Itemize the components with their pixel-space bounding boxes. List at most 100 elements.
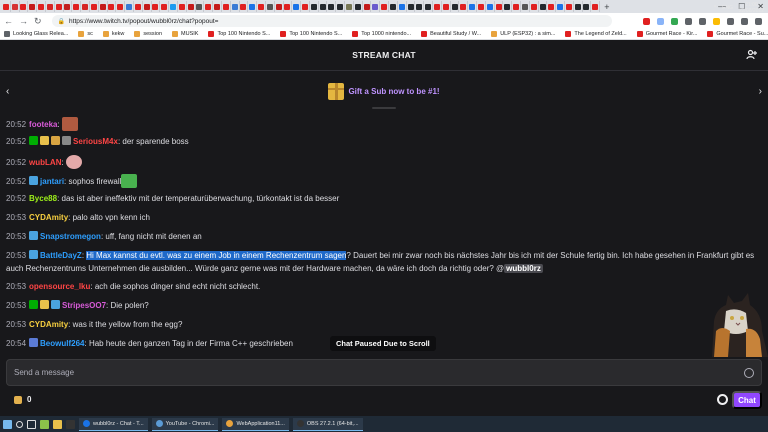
browser-tab[interactable] (310, 1, 319, 12)
gift-sub-banner[interactable]: ‹ Gift a Sub now to be #1! › (0, 71, 768, 111)
browser-tab[interactable] (451, 1, 460, 12)
message-username[interactable]: jantari (40, 177, 64, 186)
bookmark-item[interactable]: Top 1000 nintendo... (352, 31, 411, 37)
message-username[interactable]: Byce88 (29, 194, 57, 203)
chat-badge-icon[interactable] (40, 300, 50, 309)
chat-badge-icon[interactable] (29, 176, 39, 185)
browser-tab[interactable] (539, 1, 548, 12)
browser-tab[interactable] (72, 1, 82, 12)
browser-tab[interactable] (380, 1, 390, 12)
extension-icon[interactable] (713, 17, 720, 25)
browser-tab[interactable] (556, 1, 565, 12)
browser-tab[interactable] (521, 1, 530, 12)
browser-tab[interactable] (442, 1, 451, 12)
reload-icon[interactable]: ↻ (34, 16, 42, 27)
clock[interactable]: 21:00 22/08/2022 (739, 2, 764, 14)
browser-tab[interactable] (565, 1, 574, 12)
browser-tab[interactable] (55, 1, 64, 12)
browser-tab[interactable] (116, 1, 126, 12)
extension-icon[interactable] (741, 17, 748, 25)
chat-badge-icon[interactable] (29, 338, 39, 347)
chat-badge-icon[interactable] (29, 250, 39, 259)
browser-tab[interactable] (363, 1, 372, 12)
windows-start-icon[interactable] (3, 419, 12, 429)
tray-up-icon[interactable]: ^ (714, 5, 716, 11)
chat-input-box[interactable] (6, 359, 762, 386)
extension-icon[interactable] (643, 17, 650, 25)
browser-tab[interactable] (187, 1, 196, 12)
chat-input[interactable] (14, 368, 744, 377)
browser-tab[interactable] (46, 1, 55, 12)
browser-tab[interactable] (301, 1, 310, 12)
browser-tab[interactable] (125, 1, 134, 12)
chat-message[interactable]: 20:53 CYDAmity: palo alto vpn kenn ich (6, 212, 762, 225)
browser-tab[interactable] (591, 1, 601, 12)
browser-tab[interactable] (336, 1, 346, 12)
chat-badge-icon[interactable] (51, 300, 61, 309)
bookmark-item[interactable]: kekw (102, 31, 124, 37)
browser-tab[interactable] (547, 1, 557, 12)
message-username[interactable]: BattleDayZ (40, 251, 82, 260)
message-username[interactable]: Snapstromegon (40, 232, 101, 241)
browser-tab[interactable] (477, 1, 486, 12)
bookmark-item[interactable]: Top 100 Nintendo S... (208, 31, 270, 37)
chat-paused-notice[interactable]: Chat Paused Due to Scroll (330, 336, 436, 351)
browser-tab[interactable] (222, 1, 231, 12)
extension-icon[interactable] (657, 17, 664, 25)
browser-tab[interactable] (99, 1, 108, 12)
browser-tab[interactable] (407, 1, 416, 12)
browser-tab[interactable] (512, 1, 522, 12)
chat-message[interactable]: 20:53 BattleDayZ: Hi Max kannst du evtl. … (6, 250, 762, 275)
browser-tab[interactable] (134, 1, 143, 12)
chat-message[interactable]: 20:53 Snapstromegon: uff, fang nicht mit … (6, 231, 762, 244)
message-username[interactable]: footeka (29, 120, 57, 129)
users-icon[interactable] (746, 49, 758, 61)
browser-tab[interactable] (231, 1, 240, 12)
bookmark-item[interactable]: Top 100 Nintendo S... (280, 31, 342, 37)
chat-message[interactable]: 20:52 footeka: (6, 117, 762, 132)
message-username[interactable]: wubLAN (29, 158, 61, 167)
gift-sub-text[interactable]: Gift a Sub now to be #1! (348, 87, 439, 96)
browser-tab[interactable] (574, 1, 583, 12)
browser-tab[interactable] (415, 1, 425, 12)
bookmark-item[interactable]: sc (78, 31, 93, 37)
browser-tab[interactable] (327, 1, 337, 12)
bookmark-item[interactable]: Looking Glass Relea... (4, 31, 68, 37)
browser-tab[interactable] (169, 1, 178, 12)
bookmark-item[interactable]: Gourmet Race - Su... (707, 31, 768, 37)
browser-tab[interactable] (530, 1, 539, 12)
forward-icon[interactable]: → (19, 16, 28, 26)
chat-badge-icon[interactable] (29, 231, 39, 240)
browser-tab[interactable] (275, 1, 284, 12)
chat-message-list[interactable]: 20:52 footeka: 20:52 SeriousM4x: der spare… (0, 111, 768, 359)
browser-tab[interactable] (28, 1, 38, 12)
tray-lang[interactable]: ENG (722, 5, 733, 11)
terminal-icon[interactable] (66, 419, 75, 429)
browser-tab[interactable] (143, 1, 152, 12)
browser-tab[interactable] (495, 1, 504, 12)
bookmark-item[interactable]: The Legend of Zeld... (565, 31, 627, 37)
chevron-right-icon[interactable]: › (759, 86, 762, 97)
extension-icon[interactable] (685, 17, 692, 25)
task-view-icon[interactable] (27, 419, 36, 429)
new-tab-button[interactable]: + (604, 2, 609, 12)
message-username[interactable]: CYDAmity (29, 320, 68, 329)
browser-tab[interactable] (424, 1, 434, 12)
mention-tag[interactable]: wubbl0rz (504, 263, 543, 273)
browser-tab[interactable] (240, 1, 249, 12)
browser-tab[interactable] (152, 1, 161, 12)
browser-tab[interactable] (213, 1, 222, 12)
extension-icon[interactable] (727, 17, 734, 25)
chat-message[interactable]: 20:52 wubLAN: (6, 155, 762, 170)
browser-tab[interactable] (11, 1, 20, 12)
message-username[interactable]: opensource_lku (29, 282, 90, 291)
taskbar-app[interactable]: YouTube - Chromi... (151, 417, 219, 431)
chat-message[interactable]: 20:52 SeriousM4x: der sparende boss (6, 136, 762, 149)
bookmark-item[interactable]: ULP (ESP32) : a sim... (491, 31, 555, 37)
chat-emote-icon[interactable] (61, 117, 78, 131)
bookmark-item[interactable]: Beautiful Study / W... (421, 31, 481, 37)
chat-message[interactable]: 20:53 StripesOO7: Die polen? (6, 300, 762, 313)
browser-tab[interactable] (196, 1, 205, 12)
browser-tab[interactable] (354, 1, 363, 12)
browser-tab[interactable] (248, 1, 258, 12)
